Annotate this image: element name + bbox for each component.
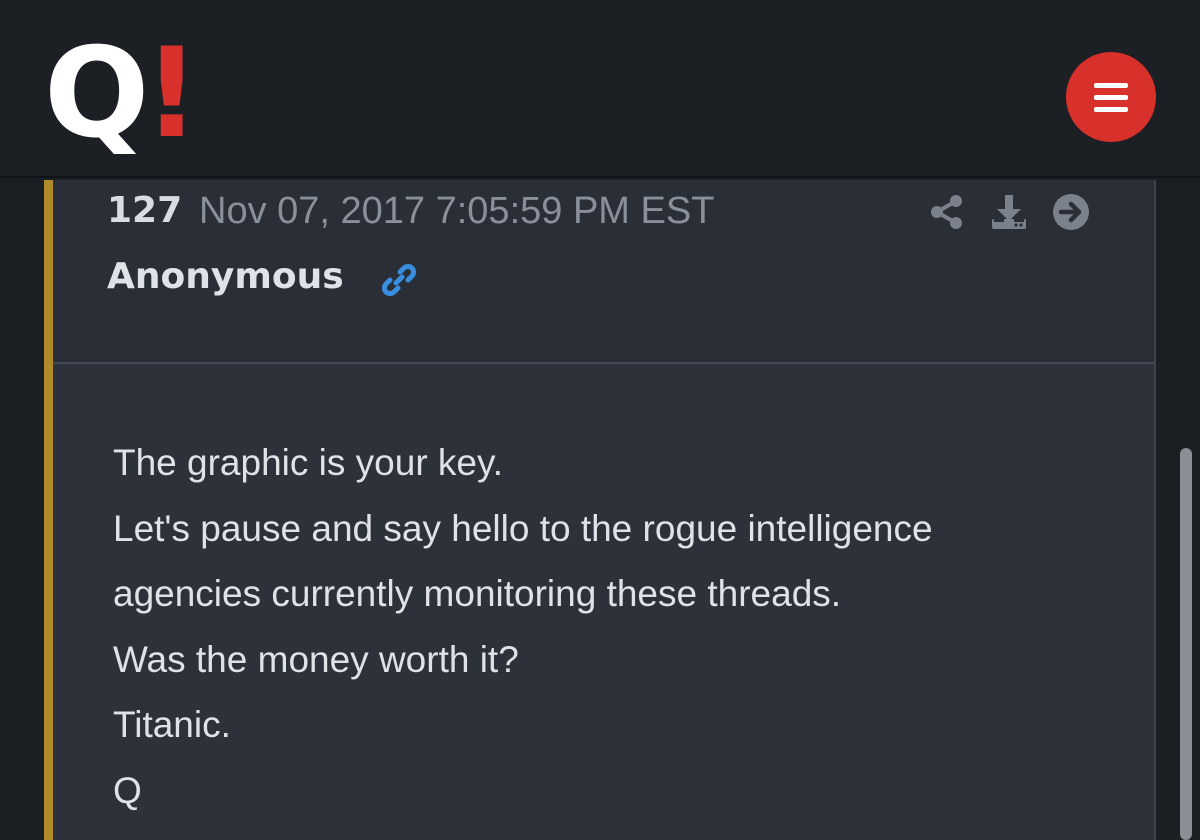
post-body-line: Q xyxy=(113,769,142,811)
hamburger-menu-icon xyxy=(1094,82,1128,88)
post-author: Anonymous xyxy=(107,256,344,297)
post-body-line: agencies currently monitoring these thre… xyxy=(113,573,842,614)
share-icon[interactable] xyxy=(927,192,967,232)
menu-button[interactable] xyxy=(1066,52,1156,142)
page-content: 127 Nov 07, 2017 7:05:59 PM EST Anonymou… xyxy=(0,180,1200,840)
top-navigation-bar: Q ! xyxy=(0,0,1200,178)
download-icon[interactable] xyxy=(989,192,1029,232)
post-header: 127 Nov 07, 2017 7:05:59 PM EST Anonymou… xyxy=(53,180,1154,364)
post-body-line: Let's pause and say hello to the rogue i… xyxy=(113,507,933,549)
site-logo[interactable]: Q ! xyxy=(44,22,200,166)
post-card: 127 Nov 07, 2017 7:05:59 PM EST Anonymou… xyxy=(44,180,1156,840)
post-number[interactable]: 127 xyxy=(107,190,182,231)
post-timestamp: Nov 07, 2017 7:05:59 PM EST xyxy=(199,190,715,232)
post-body: The graphic is your key. Let's pause and… xyxy=(113,430,1133,823)
post-actions xyxy=(927,192,1091,232)
logo-mark: ! xyxy=(143,22,200,166)
post-body-line: Was the money worth it? xyxy=(113,638,519,680)
link-icon[interactable] xyxy=(379,260,419,300)
post-body-line: The graphic is your key. xyxy=(113,442,504,483)
post-body-line: Titanic. xyxy=(113,704,231,745)
scrollbar-thumb[interactable] xyxy=(1180,448,1192,840)
arrow-right-circle-icon[interactable] xyxy=(1051,192,1091,232)
logo-letter: Q xyxy=(44,22,149,166)
